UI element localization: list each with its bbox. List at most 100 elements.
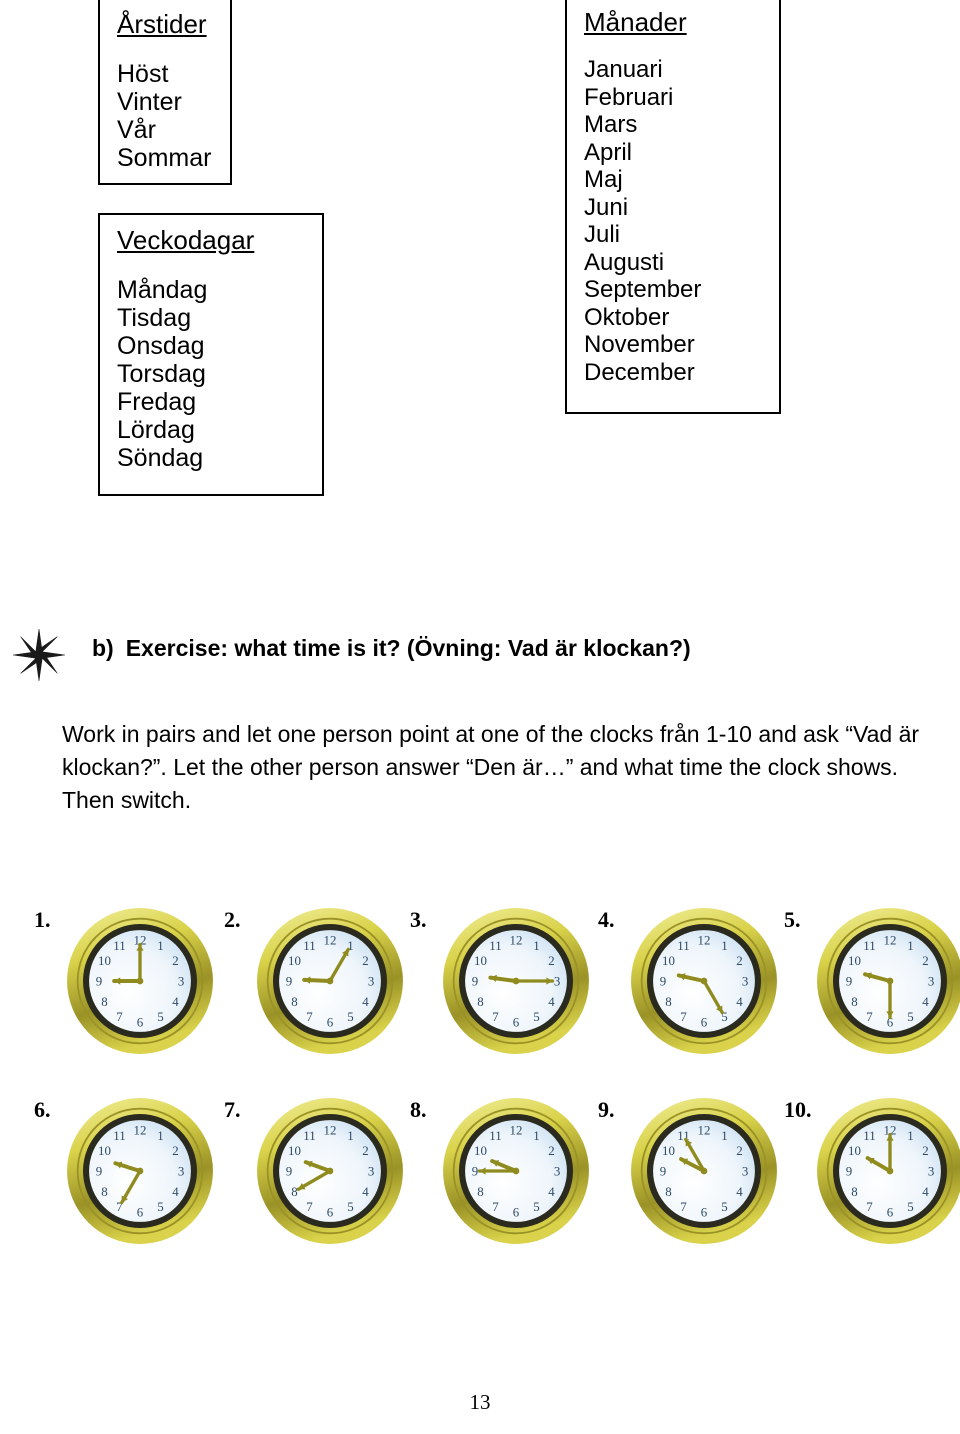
svg-text:4: 4 — [172, 994, 179, 1009]
svg-text:3: 3 — [368, 974, 374, 989]
svg-text:5: 5 — [157, 1009, 163, 1024]
svg-text:1: 1 — [157, 1128, 163, 1143]
svg-text:3: 3 — [368, 1164, 374, 1179]
list-item: Sommar — [117, 144, 212, 173]
svg-text:3: 3 — [178, 974, 184, 989]
svg-text:6: 6 — [701, 1205, 708, 1220]
clock-7[interactable]: 7. 12 1 2 3 4 5 6 7 8 9 10 11 — [218, 1083, 404, 1263]
svg-text:7: 7 — [866, 1199, 873, 1214]
svg-text:1: 1 — [721, 1128, 727, 1143]
clock-1[interactable]: 1. 12 1 2 3 4 5 6 7 8 9 10 11 — [28, 893, 214, 1073]
svg-text:5: 5 — [721, 1199, 727, 1214]
list-item: Vinter — [117, 88, 182, 117]
svg-text:12: 12 — [510, 933, 523, 948]
clock-face: 12 1 2 3 4 5 6 7 8 9 10 11 — [254, 905, 406, 1057]
list-item: Söndag — [117, 444, 204, 473]
clock-number-label: 4. — [598, 907, 615, 932]
svg-text:3: 3 — [554, 1164, 560, 1179]
list-item: Juni — [584, 193, 629, 221]
svg-text:8: 8 — [665, 994, 671, 1009]
svg-text:4: 4 — [548, 994, 555, 1009]
svg-text:10: 10 — [662, 1143, 675, 1158]
clock-face: 12 1 2 3 4 5 6 7 8 9 10 11 — [814, 905, 960, 1057]
list-item: Onsdag — [117, 332, 205, 361]
clock-number-label: 2. — [224, 907, 241, 932]
svg-text:2: 2 — [548, 953, 554, 968]
clock-row-first: 1. 12 1 2 3 4 5 6 7 8 9 10 11 2. 12 1 2 3 4 5 6 7 8 9 10 11 3. 12 1 2… — [0, 893, 960, 1073]
svg-text:3: 3 — [928, 1164, 934, 1179]
svg-text:2: 2 — [172, 953, 178, 968]
list-item: December — [584, 358, 695, 386]
svg-text:2: 2 — [736, 1143, 742, 1158]
svg-text:1: 1 — [907, 938, 913, 953]
svg-text:7: 7 — [306, 1199, 313, 1214]
clock-10[interactable]: 10. 12 1 2 3 4 5 6 7 8 9 10 11 — [778, 1083, 960, 1263]
svg-text:9: 9 — [846, 1164, 852, 1179]
weekdays-list: Måndag Tisdag Onsdag Torsdag Fredag Lörd… — [117, 276, 322, 472]
svg-text:1: 1 — [157, 938, 163, 953]
svg-text:7: 7 — [116, 1009, 123, 1024]
clock-number-label: 6. — [34, 1097, 51, 1122]
svg-text:1: 1 — [907, 1128, 913, 1143]
svg-text:4: 4 — [172, 1184, 179, 1199]
svg-text:7: 7 — [866, 1009, 873, 1024]
clock-9[interactable]: 9. 12 1 2 3 4 5 6 7 8 9 10 11 — [592, 1083, 778, 1263]
seasons-list: Höst Vinter Vår Sommar — [117, 60, 230, 172]
svg-text:9: 9 — [660, 974, 666, 989]
exercise-heading: b) Exercise: what time is it? (Övning: Va… — [92, 635, 792, 662]
svg-text:9: 9 — [96, 974, 102, 989]
svg-text:4: 4 — [736, 994, 743, 1009]
svg-text:4: 4 — [548, 1184, 555, 1199]
svg-text:12: 12 — [324, 933, 337, 948]
svg-text:5: 5 — [347, 1199, 353, 1214]
svg-text:3: 3 — [928, 974, 934, 989]
weekdays-box: Veckodagar Måndag Tisdag Onsdag Torsdag … — [98, 213, 324, 496]
list-item: November — [584, 331, 695, 359]
clock-2[interactable]: 2. 12 1 2 3 4 5 6 7 8 9 10 11 — [218, 893, 404, 1073]
list-item: Vår — [117, 116, 156, 145]
svg-text:8: 8 — [477, 1184, 483, 1199]
clock-8[interactable]: 8. 12 1 2 3 4 5 6 7 8 9 10 11 — [404, 1083, 590, 1263]
svg-text:8: 8 — [477, 994, 483, 1009]
page-number: 13 — [469, 1390, 491, 1414]
clock-4[interactable]: 4. 12 1 2 3 4 5 6 7 8 9 10 11 — [592, 893, 778, 1073]
clock-5[interactable]: 5. 12 1 2 3 4 5 6 7 8 9 10 11 — [778, 893, 960, 1073]
svg-text:4: 4 — [736, 1184, 743, 1199]
exercise-marker: b) — [92, 635, 114, 661]
svg-text:12: 12 — [884, 933, 897, 948]
svg-text:5: 5 — [533, 1009, 539, 1024]
svg-text:9: 9 — [660, 1164, 666, 1179]
svg-text:8: 8 — [291, 1184, 297, 1199]
svg-text:10: 10 — [474, 953, 487, 968]
svg-text:5: 5 — [347, 1009, 353, 1024]
svg-text:11: 11 — [489, 1128, 501, 1143]
clock-face: 12 1 2 3 4 5 6 7 8 9 10 11 — [64, 1095, 216, 1247]
svg-text:2: 2 — [362, 953, 368, 968]
clock-6[interactable]: 6. 12 1 2 3 4 5 6 7 8 9 10 11 — [28, 1083, 214, 1263]
clock-face: 12 1 2 3 4 5 6 7 8 9 10 11 — [440, 1095, 592, 1247]
seasons-heading: Årstider — [117, 9, 207, 39]
clock-face: 12 1 2 3 4 5 6 7 8 9 10 11 — [440, 905, 592, 1057]
list-item: Tisdag — [117, 304, 192, 333]
svg-text:8: 8 — [665, 1184, 671, 1199]
svg-text:8: 8 — [851, 1184, 857, 1199]
clock-3[interactable]: 3. 12 1 2 3 4 5 6 7 8 9 10 11 — [404, 893, 590, 1073]
svg-text:4: 4 — [362, 994, 369, 1009]
list-item: Höst — [117, 60, 169, 89]
svg-text:2: 2 — [922, 953, 928, 968]
svg-text:12: 12 — [510, 1123, 523, 1138]
svg-text:2: 2 — [362, 1143, 368, 1158]
svg-text:8: 8 — [851, 994, 857, 1009]
svg-text:3: 3 — [554, 974, 560, 989]
list-item: Augusti — [584, 248, 665, 276]
svg-text:5: 5 — [533, 1199, 539, 1214]
list-item: Måndag — [117, 276, 208, 305]
svg-text:11: 11 — [489, 938, 501, 953]
svg-text:9: 9 — [286, 1164, 292, 1179]
list-item: Fredag — [117, 388, 197, 417]
svg-text:8: 8 — [101, 1184, 107, 1199]
eight-point-star-icon — [12, 628, 66, 682]
svg-text:11: 11 — [113, 1128, 125, 1143]
svg-text:9: 9 — [472, 1164, 478, 1179]
svg-text:9: 9 — [472, 974, 478, 989]
